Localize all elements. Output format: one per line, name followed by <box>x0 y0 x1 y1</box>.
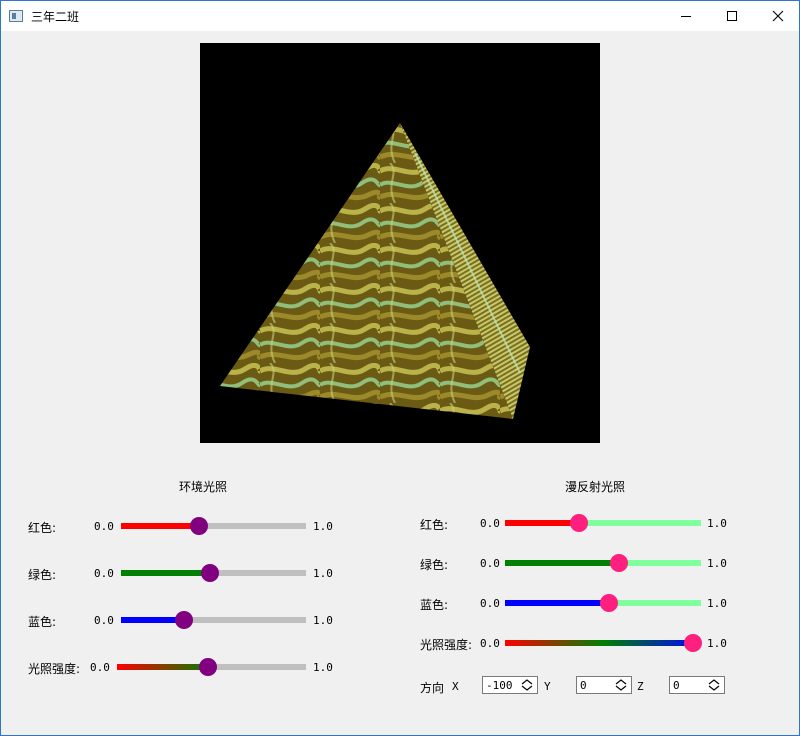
diffuse-row-label: 光照强度: <box>420 638 473 652</box>
ambient-row-label: 红色: <box>28 521 57 535</box>
spin-arrows-icon[interactable] <box>520 678 534 692</box>
diffuse-row-label: 蓝色: <box>420 598 449 612</box>
slider-fill <box>505 560 619 566</box>
ambient-row-min: 0.0 <box>90 661 110 674</box>
slider-handle[interactable] <box>570 514 589 532</box>
ambient-slider[interactable] <box>121 517 306 535</box>
ambient-row-max: 1.0 <box>313 614 333 627</box>
diffuse-row-label: 红色: <box>420 518 449 532</box>
close-button[interactable] <box>755 1 800 31</box>
direction-z-value: 0 <box>673 679 680 692</box>
spin-arrows-icon[interactable] <box>707 678 721 692</box>
render-viewport[interactable] <box>200 43 600 443</box>
app-icon <box>9 10 23 22</box>
direction-x-spinbox[interactable]: -100 <box>482 676 538 694</box>
direction-x-value: -100 <box>486 679 513 692</box>
slider-handle[interactable] <box>174 611 193 629</box>
direction-x-label: X <box>452 680 459 693</box>
diffuse-row-min: 0.0 <box>480 517 500 530</box>
diffuse-row-max: 1.0 <box>707 557 727 570</box>
slider-handle[interactable] <box>609 554 628 572</box>
diffuse-row-min: 0.0 <box>480 637 500 650</box>
spin-arrows-icon[interactable] <box>614 678 628 692</box>
ambient-slider[interactable] <box>121 564 306 582</box>
direction-y-label: Y <box>544 680 551 693</box>
ambient-section-title: 环境光照 <box>179 480 228 494</box>
slider-fill <box>505 600 609 606</box>
window-title: 三年二班 <box>31 10 80 24</box>
slider-handle[interactable] <box>599 594 618 612</box>
main-window: 三年二班 环境光照 红色: 0.0 1.0 绿色: 0.0 1.0 蓝色: 0.… <box>0 0 800 736</box>
ambient-row-label: 蓝色: <box>28 615 57 629</box>
close-icon <box>772 10 784 22</box>
ambient-slider[interactable] <box>117 658 306 676</box>
maximize-button[interactable] <box>709 1 755 31</box>
slider-handle[interactable] <box>189 517 208 535</box>
slider-fill <box>117 664 208 670</box>
diffuse-slider[interactable] <box>505 554 701 572</box>
diffuse-row-label: 绿色: <box>420 558 449 572</box>
ambient-row-max: 1.0 <box>313 567 333 580</box>
diffuse-row-max: 1.0 <box>707 637 727 650</box>
diffuse-row-min: 0.0 <box>480 557 500 570</box>
ambient-row-max: 1.0 <box>313 520 333 533</box>
direction-z-spinbox[interactable]: 0 <box>669 676 725 694</box>
ambient-row-label: 光照强度: <box>28 662 81 676</box>
direction-z-label: Z <box>637 680 644 693</box>
title-bar: 三年二班 <box>1 1 799 31</box>
slider-fill <box>505 520 580 526</box>
direction-label: 方向 <box>420 681 445 695</box>
diffuse-slider[interactable] <box>505 594 701 612</box>
diffuse-row-min: 0.0 <box>480 597 500 610</box>
diffuse-slider[interactable] <box>505 514 701 532</box>
diffuse-row-max: 1.0 <box>707 517 727 530</box>
slider-handle[interactable] <box>684 634 703 652</box>
ambient-row-min: 0.0 <box>94 567 114 580</box>
minimize-icon <box>681 15 691 17</box>
diffuse-section-title: 漫反射光照 <box>565 480 626 494</box>
minimize-button[interactable] <box>663 1 709 31</box>
direction-y-value: 0 <box>580 679 587 692</box>
ambient-row-min: 0.0 <box>94 520 114 533</box>
ambient-row-max: 1.0 <box>313 661 333 674</box>
textured-pyramid <box>220 123 530 419</box>
direction-y-spinbox[interactable]: 0 <box>576 676 632 694</box>
diffuse-row-max: 1.0 <box>707 597 727 610</box>
slider-fill <box>505 640 694 646</box>
ambient-row-label: 绿色: <box>28 568 57 582</box>
slider-handle[interactable] <box>198 658 217 676</box>
slider-handle[interactable] <box>200 564 219 582</box>
ambient-row-min: 0.0 <box>94 614 114 627</box>
ambient-slider[interactable] <box>121 611 306 629</box>
maximize-icon <box>727 11 737 21</box>
slider-fill <box>121 523 199 529</box>
diffuse-slider[interactable] <box>505 634 703 652</box>
slider-fill <box>121 570 210 576</box>
